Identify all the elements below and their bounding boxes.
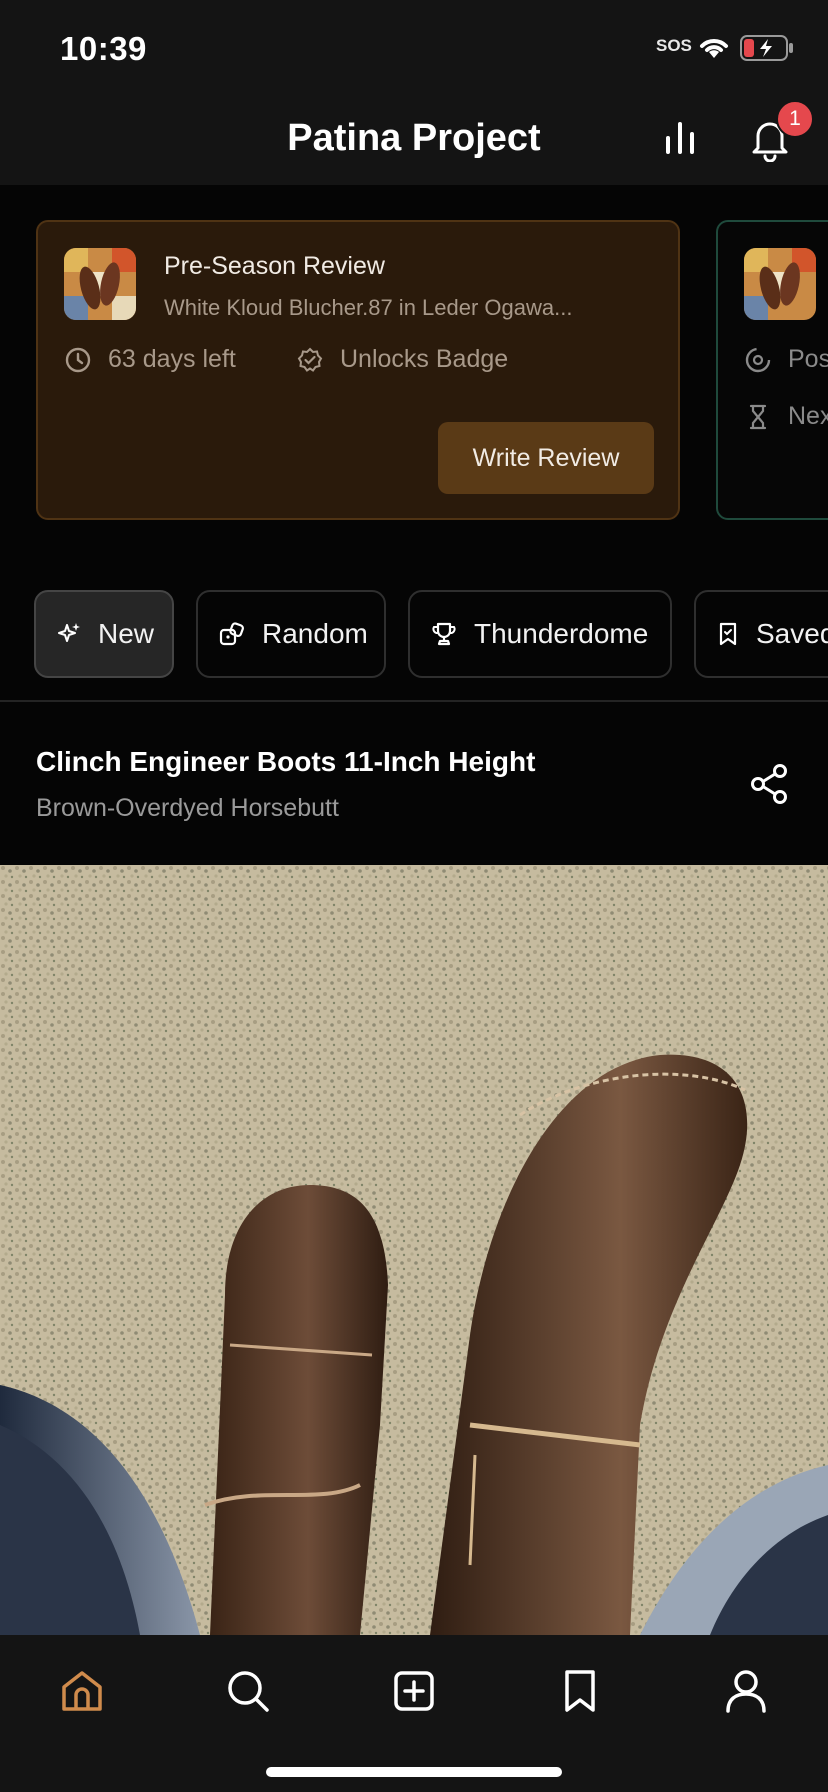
filter-chip-thunderdome[interactable]: Thunderdome xyxy=(408,590,672,678)
tab-add[interactable] xyxy=(386,1663,442,1719)
second-card-row-2: Nex xyxy=(744,402,828,431)
add-icon xyxy=(394,1671,434,1711)
tab-home[interactable] xyxy=(54,1663,110,1719)
sos-indicator: SOS xyxy=(656,36,692,55)
unlocks-badge-meta: Unlocks Badge xyxy=(296,345,508,374)
tab-saved[interactable] xyxy=(552,1663,608,1719)
hourglass-icon xyxy=(749,404,767,429)
write-review-button[interactable]: Write Review xyxy=(438,422,654,494)
unlocks-badge-text: Unlocks Badge xyxy=(340,345,509,373)
tab-profile[interactable] xyxy=(718,1663,774,1719)
post-photo[interactable] xyxy=(0,865,828,1635)
home-icon xyxy=(62,1671,102,1711)
filter-chip-saved[interactable]: Saved xyxy=(694,590,828,678)
second-card-row-2-text: Nex xyxy=(788,402,828,430)
stats-icon[interactable] xyxy=(660,118,700,158)
tab-search[interactable] xyxy=(220,1663,276,1719)
app-title: Patina Project xyxy=(287,117,541,159)
card-subtitle: White Kloud Blucher.87 in Leder Ogawa... xyxy=(164,295,573,320)
filter-chip-label: Saved xyxy=(756,618,828,649)
second-card-row-1: Pos xyxy=(744,345,828,374)
bottom-tab-bar xyxy=(0,1635,828,1792)
second-card-row-1-text: Pos xyxy=(788,345,828,373)
post-subtitle: Brown-Overdyed Horsebutt xyxy=(36,794,339,822)
status-time: 10:39 xyxy=(60,30,147,67)
dice-icon xyxy=(219,622,244,646)
bookmark-icon xyxy=(565,1670,595,1712)
progress-icon xyxy=(745,347,771,372)
share-icon[interactable] xyxy=(748,762,792,806)
trophy-icon xyxy=(432,622,456,646)
wifi-icon xyxy=(700,39,728,58)
filter-chip-label: Random xyxy=(262,618,368,649)
card-thumbnail xyxy=(64,248,136,320)
second-review-card[interactable]: Pos Nex xyxy=(716,220,828,520)
pre-season-review-card[interactable]: Pre-Season Review White Kloud Blucher.87… xyxy=(36,220,680,520)
notification-badge: 1 xyxy=(776,100,814,138)
profile-icon xyxy=(726,1670,766,1713)
feed-filter-bar: New Random Thunderdome Saved xyxy=(0,590,828,678)
card-thumbnail xyxy=(744,248,816,320)
app-header: Patina Project 1 xyxy=(0,92,828,185)
badge-check-icon xyxy=(297,347,323,372)
card-title: Pre-Season Review xyxy=(164,252,385,280)
filter-chip-label: New xyxy=(98,618,155,649)
post-title[interactable]: Clinch Engineer Boots 11-Inch Height xyxy=(36,746,535,778)
filter-chip-new[interactable]: New xyxy=(34,590,174,678)
status-bar: 10:39 SOS xyxy=(0,0,828,92)
filter-chip-random[interactable]: Random xyxy=(196,590,386,678)
sparkles-icon xyxy=(58,623,80,642)
battery-icon xyxy=(740,35,793,61)
days-left-text: 63 days left xyxy=(108,345,236,373)
search-icon xyxy=(228,1671,269,1712)
days-left-meta: 63 days left xyxy=(64,345,236,374)
clock-icon xyxy=(65,347,91,372)
bookmark-icon xyxy=(719,622,737,646)
post-header: Clinch Engineer Boots 11-Inch Height Bro… xyxy=(0,702,828,865)
review-cards-carousel[interactable]: Pre-Season Review White Kloud Blucher.87… xyxy=(0,185,828,555)
filter-chip-label: Thunderdome xyxy=(474,618,649,649)
home-indicator[interactable] xyxy=(266,1767,562,1777)
